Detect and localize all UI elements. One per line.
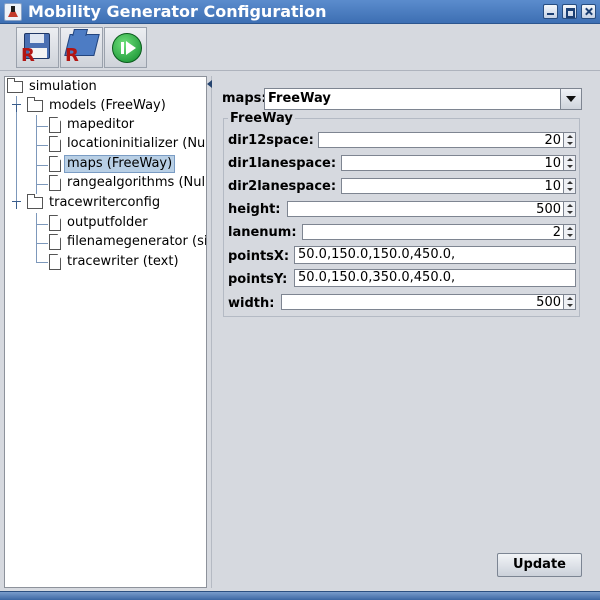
expand-handle-icon[interactable] [12,101,21,112]
file-icon [49,234,61,250]
pointsy-label: pointsY: [228,272,288,287]
tree-item-label: simulation [29,79,97,94]
lanenum-label: lanenum: [228,225,297,240]
width-spinner[interactable]: 500 [281,294,576,310]
window-bottom-border [0,591,600,600]
dir12space-spinner[interactable]: 20 [318,132,576,148]
close-button[interactable] [581,4,596,19]
folder-icon [27,194,43,209]
spinner-value: 10 [544,179,561,194]
tree-item-label-selected: maps (FreeWay) [64,155,176,173]
tree-item-locationinitializer[interactable]: locationinitializer (Null [49,135,207,155]
minimize-button[interactable] [543,4,558,19]
config-tree[interactable]: simulation models (FreeWay) mapeditor lo… [4,76,207,588]
collapse-left-icon[interactable] [207,80,212,88]
tree-item-simulation[interactable]: simulation [7,78,205,98]
tree-item-filenamegenerator[interactable]: filenamegenerator (si [49,233,207,253]
expand-handle-icon[interactable] [12,198,21,209]
play-icon [112,33,142,63]
tree-item-label: filenamegenerator (si [67,234,207,249]
tree-connector [36,145,48,146]
spinner-value: 20 [544,133,561,148]
spinner-arrows-icon[interactable] [563,201,576,217]
tree-item-mapeditor[interactable]: mapeditor [49,116,205,136]
file-icon [49,117,61,133]
spinner-arrows-icon[interactable] [563,155,576,171]
height-label: height: [228,202,281,217]
tree-connector [36,262,48,263]
tree-connector [36,184,48,185]
tree-connector [36,243,48,244]
dir1lanespace-label: dir1lanespace: [228,156,337,171]
r-badge: R [21,45,35,66]
file-icon [49,156,61,172]
spinner-arrows-icon[interactable] [563,224,576,240]
tree-item-label: tracewriter (text) [67,254,179,269]
maps-dropdown[interactable]: FreeWay [264,88,582,110]
tree-item-maps[interactable]: maps (FreeWay) [49,155,205,175]
pointsx-label: pointsX: [228,249,290,264]
run-button[interactable] [104,27,147,68]
spinner-arrows-icon[interactable] [563,132,576,148]
pointsy-field[interactable]: 50.0,150.0,350.0,450.0, [294,269,576,287]
spinner-value: 10 [544,156,561,171]
tree-item-outputfolder[interactable]: outputfolder [49,214,205,234]
tree-item-label: models (FreeWay) [49,98,166,113]
tree-connector [36,213,37,262]
maps-label: maps: [222,91,267,106]
chevron-down-icon[interactable] [560,89,581,109]
spinner-value: 500 [536,202,561,217]
dir1lanespace-spinner[interactable]: 10 [341,155,576,171]
tree-connector [36,126,48,127]
app-icon [4,3,22,21]
tree-item-label: mapeditor [67,117,135,132]
save-button[interactable]: R [16,27,59,68]
file-icon [49,254,61,270]
tree-item-label: locationinitializer (Null [67,136,207,151]
height-spinner[interactable]: 500 [287,201,576,217]
tree-item-rangealgorithms[interactable]: rangealgorithms (Null [49,174,207,194]
dir2lanespace-label: dir2lanespace: [228,179,337,194]
tree-item-label: rangealgorithms (Null [67,175,207,190]
dir2lanespace-spinner[interactable]: 10 [341,178,576,194]
dir12space-label: dir12space: [228,133,314,148]
folder-icon [27,97,43,112]
update-button[interactable]: Update [497,553,582,577]
tree-item-models[interactable]: models (FreeWay) [12,97,205,117]
toolbar: R R [0,25,600,71]
file-icon [49,215,61,231]
settings-panel: maps: FreeWay FreeWay dir12space: 20 dir… [213,76,596,588]
tree-item-tracewriterconfig[interactable]: tracewriterconfig [12,194,205,214]
pointsx-field[interactable]: 50.0,150.0,150.0,450.0, [294,246,576,264]
spinner-value: 2 [552,225,561,240]
tree-connector [36,165,48,166]
r-badge: R [65,45,79,66]
spinner-value: 500 [536,295,561,310]
maps-dropdown-value: FreeWay [268,91,331,106]
lanenum-spinner[interactable]: 2 [302,224,576,240]
file-icon [49,136,61,152]
width-label: width: [228,296,275,311]
tree-connector [36,224,48,225]
split-pane-divider[interactable] [207,76,212,588]
tree-item-label: tracewriterconfig [49,195,161,210]
group-title: FreeWay [228,111,295,126]
maximize-button[interactable] [562,4,577,19]
folder-icon [7,78,23,93]
tree-item-label: outputfolder [67,215,148,230]
file-icon [49,175,61,191]
spinner-arrows-icon[interactable] [563,294,576,310]
window-title: Mobility Generator Configuration [28,2,327,21]
spinner-arrows-icon[interactable] [563,178,576,194]
window-titlebar[interactable]: Mobility Generator Configuration [0,0,600,24]
tree-item-tracewriter[interactable]: tracewriter (text) [49,253,205,273]
open-button[interactable]: R [60,27,103,68]
freeway-group: FreeWay dir12space: 20 dir1lanespace: 10… [223,111,580,317]
